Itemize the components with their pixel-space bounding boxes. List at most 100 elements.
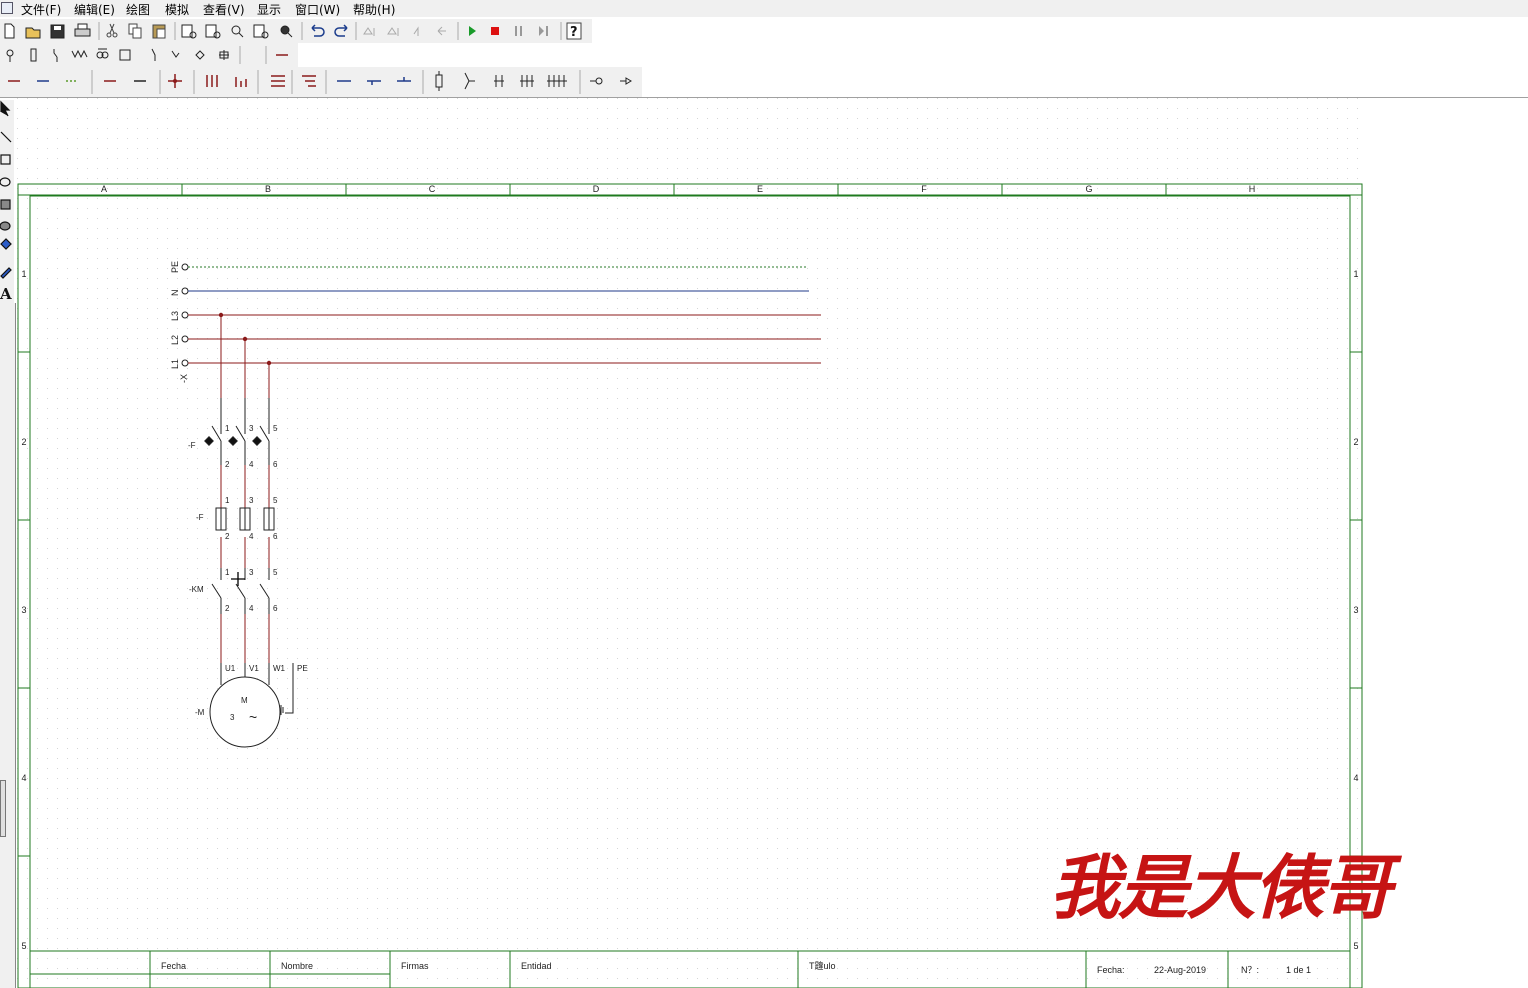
- pause-icon[interactable]: [515, 26, 522, 36]
- node-icon[interactable]: [195, 50, 205, 60]
- svg-text:-F: -F: [196, 513, 204, 522]
- watermark: 我是大俵哥: [1050, 846, 1392, 929]
- contact-icon[interactable]: [53, 49, 58, 62]
- menu-view[interactable]: 查看(V): [203, 1, 245, 18]
- svg-text:3: 3: [249, 424, 254, 433]
- svg-text:22-Aug-2019: 22-Aug-2019: [1154, 965, 1206, 975]
- svg-text:?: ?: [570, 25, 578, 40]
- svg-text:2: 2: [225, 532, 230, 541]
- svg-text:5: 5: [21, 941, 26, 951]
- svg-text:A: A: [0, 285, 12, 303]
- svg-text:4: 4: [21, 773, 26, 783]
- svg-text:E: E: [757, 184, 763, 194]
- svg-text:B: B: [265, 184, 271, 194]
- svg-text:H: H: [1249, 184, 1256, 194]
- rectangle-icon[interactable]: [0, 154, 11, 165]
- wiring-toolbar: [0, 67, 642, 97]
- svg-text:1: 1: [21, 269, 26, 279]
- drawing-tools: A: [0, 100, 14, 303]
- svg-text:U1: U1: [225, 664, 236, 673]
- help-icon[interactable]: ?: [566, 22, 582, 40]
- panel-grip[interactable]: [0, 780, 6, 837]
- terminal-icon[interactable]: [168, 74, 182, 88]
- svg-text:3: 3: [21, 605, 26, 615]
- svg-text:1: 1: [225, 568, 230, 577]
- step-icon[interactable]: [539, 26, 548, 36]
- menu-help[interactable]: 帮助(H): [353, 1, 395, 18]
- svg-text:Fecha:: Fecha:: [1097, 965, 1125, 975]
- svg-text:1: 1: [225, 496, 230, 505]
- svg-text:T韙ulo: T韙ulo: [809, 961, 836, 971]
- undo-icon[interactable]: [311, 24, 325, 37]
- menu-bar: 文件(F) 编辑(E) 绘图 模拟 查看(V) 显示 窗口(W) 帮助(H): [0, 0, 1528, 17]
- pen-icon[interactable]: [0, 267, 12, 279]
- svg-text:PE: PE: [297, 664, 308, 673]
- menu-file[interactable]: 文件(F): [21, 1, 61, 18]
- lamp-icon[interactable]: [6, 49, 14, 62]
- filled-ellipse-icon[interactable]: [0, 221, 11, 231]
- svg-text:1: 1: [225, 424, 230, 433]
- svg-text:Firmas: Firmas: [401, 961, 429, 971]
- svg-text:2: 2: [21, 437, 26, 447]
- svg-text:3: 3: [1353, 605, 1358, 615]
- filled-rectangle-icon[interactable]: [0, 199, 11, 210]
- svg-text:W1: W1: [273, 664, 286, 673]
- ellipse-icon[interactable]: [0, 177, 11, 187]
- switch-icon[interactable]: [71, 49, 88, 59]
- svg-text:6: 6: [273, 604, 278, 613]
- stop-icon[interactable]: [491, 27, 499, 35]
- svg-text:D: D: [593, 184, 600, 194]
- svg-text:5: 5: [273, 568, 278, 577]
- svg-text:V1: V1: [249, 664, 259, 673]
- text-tool-icon[interactable]: A: [0, 285, 12, 303]
- open-icon[interactable]: [25, 27, 41, 39]
- svg-text:2: 2: [225, 604, 230, 613]
- cut-icon[interactable]: [106, 23, 118, 38]
- left-panel: [0, 303, 16, 988]
- svg-text:3: 3: [249, 568, 254, 577]
- svg-text:5: 5: [273, 424, 278, 433]
- svg-text:PE: PE: [170, 261, 180, 273]
- svg-text:4: 4: [1353, 773, 1358, 783]
- svg-text:G: G: [1085, 184, 1092, 194]
- svg-text:M: M: [241, 696, 248, 705]
- svg-text:6: 6: [273, 460, 278, 469]
- redo-icon[interactable]: [334, 24, 348, 37]
- svg-text:A: A: [101, 184, 107, 194]
- menu-edit[interactable]: 编辑(E): [74, 1, 115, 18]
- connector-icon[interactable]: [435, 71, 567, 91]
- svg-text:-M: -M: [195, 708, 205, 717]
- fill-icon[interactable]: [0, 238, 12, 250]
- svg-text:3: 3: [230, 713, 235, 722]
- copy-icon[interactable]: [128, 23, 142, 39]
- svg-text:2: 2: [225, 460, 230, 469]
- svg-text:5: 5: [1353, 941, 1358, 951]
- menu-simulate[interactable]: 模拟: [165, 1, 189, 18]
- pointer-icon[interactable]: [0, 100, 11, 117]
- svg-text:5: 5: [273, 496, 278, 505]
- paste-icon[interactable]: [152, 24, 166, 39]
- print-icon[interactable]: [74, 23, 91, 37]
- print-preview-icon[interactable]: [181, 24, 221, 39]
- zoom-icon[interactable]: [231, 24, 293, 39]
- cross-icon[interactable]: [219, 50, 229, 60]
- terminal-tag: -X: [179, 374, 189, 383]
- menu-display[interactable]: 显示: [257, 1, 281, 18]
- line-icon[interactable]: [0, 131, 12, 143]
- fuse-icon[interactable]: [30, 48, 37, 62]
- menu-window[interactable]: 窗口(W): [295, 1, 340, 18]
- coil-icon[interactable]: [96, 48, 109, 59]
- svg-text:4: 4: [249, 460, 254, 469]
- svg-text:Entidad: Entidad: [521, 961, 552, 971]
- main-toolbar: ?: [0, 19, 592, 43]
- fuse-block[interactable]: [215, 507, 275, 531]
- svg-text:F: F: [921, 184, 927, 194]
- svg-text:N: N: [170, 290, 180, 297]
- svg-text:4: 4: [249, 532, 254, 541]
- svg-text:2: 2: [1353, 437, 1358, 447]
- new-icon[interactable]: [4, 23, 15, 39]
- play-icon[interactable]: [469, 26, 476, 36]
- save-icon[interactable]: [50, 24, 65, 39]
- busbar-icon[interactable]: [206, 75, 316, 87]
- menu-draw[interactable]: 绘图: [126, 1, 150, 18]
